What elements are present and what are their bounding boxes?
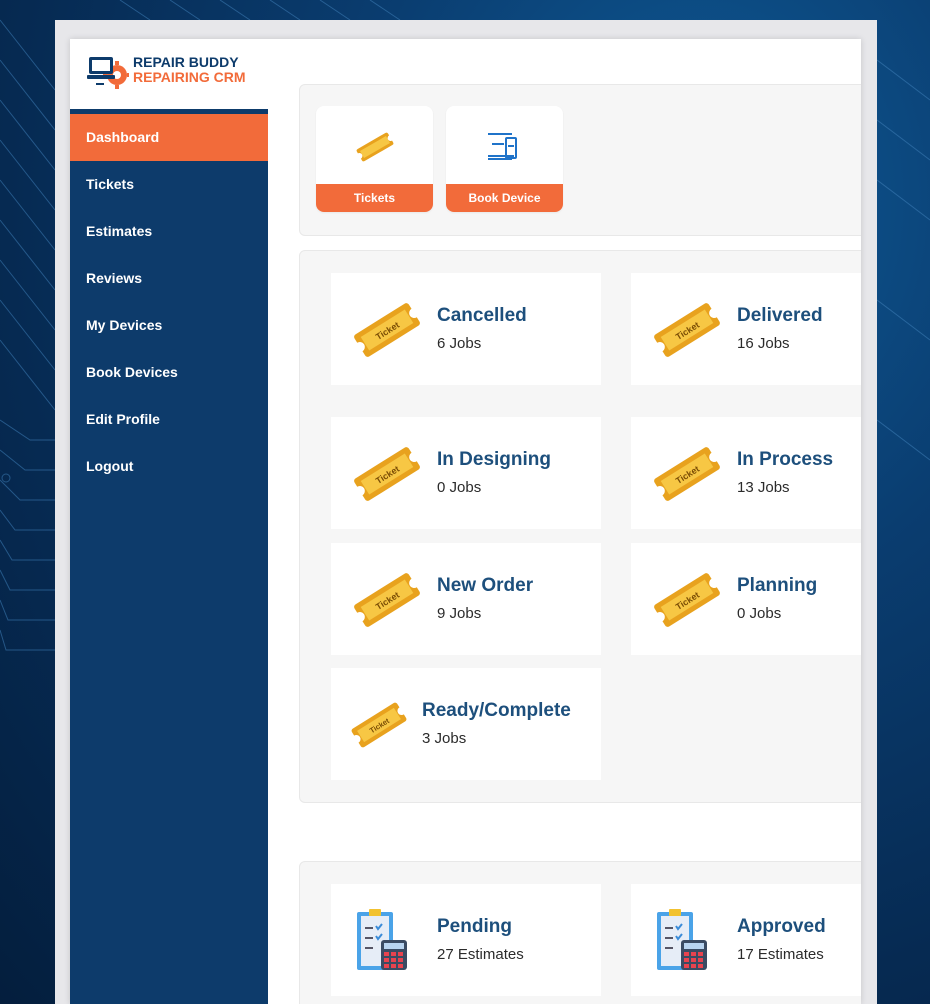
sidebar-item-edit-profile[interactable]: Edit Profile [70,396,268,443]
ticket-status-count: 13 Jobs [737,479,790,496]
ticket-status-title: In Process [737,449,834,470]
estimate-status-count: 27 Estimates [437,946,524,963]
ticket-card-ready-complete[interactable]: Ticket Ready/Complete 3 Jobs [331,668,601,780]
sidebar-item-dashboard[interactable]: Dashboard [70,114,268,161]
ticket-icon: Ticket [351,702,407,748]
ticket-status-count: 9 Jobs [437,605,482,622]
brand-line-1: REPAIR BUDDY [133,54,239,70]
main-content: Tickets Book Device Ticket Cancelled 6 J… [268,39,861,1004]
ticket-status-title: Ready/Complete [422,700,571,721]
ticket-status-count: 16 Jobs [737,335,790,352]
ticket-card-planning[interactable]: Ticket Planning 0 Jobs [631,543,861,655]
sidebar-item-estimates[interactable]: Estimates [70,208,268,255]
ticket-card-in-designing[interactable]: Ticket In Designing 0 Jobs [331,417,601,529]
ticket-status-count: 0 Jobs [737,605,782,622]
ticket-icon: Ticket [654,303,720,357]
ticket-status-count: 6 Jobs [437,335,482,352]
ticket-icon: Ticket [354,447,420,501]
sidebar-item-my-devices[interactable]: My Devices [70,302,268,349]
ticket-status-panel: Ticket Cancelled 6 Jobs Ticket Delivered… [299,250,861,803]
sidebar-item-reviews[interactable]: Reviews [70,255,268,302]
quick-actions-panel: Tickets Book Device [299,84,861,236]
ticket-card-delivered[interactable]: Ticket Delivered 16 Jobs [631,273,861,385]
ticket-card-cancelled[interactable]: Ticket Cancelled 6 Jobs [331,273,601,385]
ticket-status-count: 3 Jobs [422,730,467,747]
brand-line-2: REPAIRING CRM [133,69,246,85]
sidebar: REPAIR BUDDY REPAIRING CRM Dashboard Tic… [70,39,268,1004]
devices-icon [488,133,517,160]
estimate-status-title: Pending [437,916,512,937]
estimate-calculator-icon [357,909,407,970]
sidebar-item-tickets[interactable]: Tickets [70,161,268,208]
ticket-status-count: 0 Jobs [437,479,482,496]
logo[interactable]: REPAIR BUDDY REPAIRING CRM [70,39,268,114]
ticket-status-title: Delivered [737,305,823,326]
quick-action-label: Tickets [316,184,433,212]
ticket-icon [356,132,394,162]
ticket-icon: Ticket [654,573,720,627]
ticket-card-new-order[interactable]: Ticket New Order 9 Jobs [331,543,601,655]
ticket-icon: Ticket [354,573,420,627]
ticket-icon: Ticket [354,303,420,357]
ticket-status-title: Planning [737,575,818,596]
estimate-status-panel: Pending 27 Estimates Approved 17 Estimat… [299,861,861,1004]
quick-action-book-device-button[interactable]: Book Device [446,106,563,212]
ticket-status-title: New Order [437,575,534,596]
ticket-status-title: Cancelled [437,305,527,326]
app-window: REPAIR BUDDY REPAIRING CRM Dashboard Tic… [70,39,861,1004]
ticket-card-in-process[interactable]: Ticket In Process 13 Jobs [631,417,861,529]
estimate-status-title: Approved [737,916,826,937]
ticket-status-title: In Designing [437,449,551,470]
estimate-calculator-icon [657,909,707,970]
quick-action-tickets-button[interactable]: Tickets [316,106,433,212]
sidebar-item-logout[interactable]: Logout [70,443,268,490]
estimate-status-count: 17 Estimates [737,946,824,963]
sidebar-nav: Dashboard Tickets Estimates Reviews My D… [70,114,268,490]
sidebar-item-book-devices[interactable]: Book Devices [70,349,268,396]
laptop-gear-logo-icon [87,57,129,89]
quick-action-label: Book Device [446,184,563,212]
ticket-icon: Ticket [654,447,720,501]
estimate-card-pending[interactable]: Pending 27 Estimates [331,884,601,996]
estimate-card-approved[interactable]: Approved 17 Estimates [631,884,861,996]
